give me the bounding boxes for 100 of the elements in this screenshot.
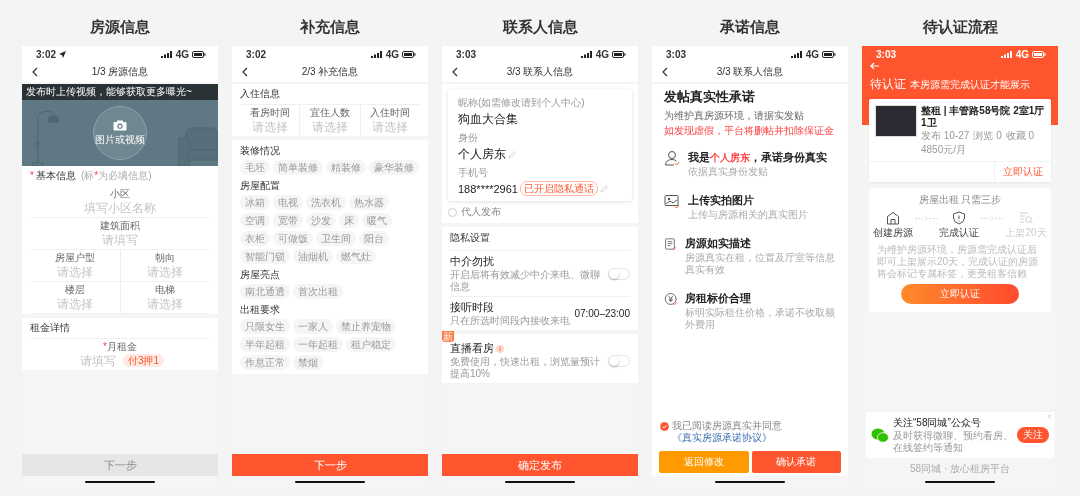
tag-chip[interactable]: 简单装修 [273, 160, 323, 175]
tag-chip[interactable]: 智能门锁 [240, 249, 290, 264]
promise-item-description: 依据真实身份发贴 [688, 166, 769, 178]
battery-icon [402, 50, 416, 58]
follow-description: 及时获得微聊、预约看房、在线签约等通知 [893, 430, 1013, 454]
promise-item-description: 房源真实在租，位置及厅室等信息真实有效 [684, 252, 836, 276]
tag-chip[interactable]: 暖气 [362, 213, 392, 228]
home-indicator [85, 481, 155, 483]
edit-icon[interactable] [599, 184, 608, 193]
listing-price: 4850元/月 [921, 143, 968, 157]
tag-chip[interactable]: 热水器 [349, 195, 389, 210]
status-time: 3:02 [246, 48, 266, 60]
next-button[interactable]: 下一步 [232, 454, 428, 476]
follow-button[interactable]: 关注 [1017, 427, 1049, 443]
tag-chip[interactable]: 禁止养宠物 [336, 319, 396, 334]
tag-chip[interactable]: 精装修 [326, 160, 366, 175]
listing-stat: 收藏 0 [1005, 129, 1035, 143]
toggle-switch[interactable] [608, 354, 630, 367]
required-hint: (标*为必填信息) [80, 169, 152, 183]
tag-chip[interactable]: 可做饭 [273, 231, 313, 246]
listing-title: 整租 | 丰管路58号院 2室1厅1卫 [921, 105, 1045, 129]
required-mark: * [103, 341, 107, 353]
status-time: 3:03 [456, 48, 476, 60]
tag-chip[interactable]: 毛坯 [240, 160, 270, 175]
tag-chip[interactable]: 首次出租 [293, 284, 343, 299]
follow-title: 关注“58同城”公众号 [893, 416, 982, 430]
next-button[interactable]: 确定发布 [442, 454, 638, 476]
back-button[interactable]: 返回修改 [659, 451, 749, 473]
back-icon[interactable] [662, 67, 668, 77]
home-indicator [925, 481, 995, 483]
nav-title: 3/3 联系人信息 [716, 65, 784, 79]
tag-chip[interactable]: 南北通透 [240, 284, 290, 299]
edit-icon[interactable] [508, 150, 516, 159]
tag-chip[interactable]: 作息正常 [240, 355, 290, 370]
tag-chip[interactable]: 宽带 [273, 213, 303, 228]
signal-icon [790, 50, 803, 58]
step-label: 创建房源 [873, 226, 914, 240]
tag-chip[interactable]: 卫生间 [316, 231, 356, 246]
toggle-switch[interactable] [608, 267, 630, 280]
tag-chip[interactable]: 衣柜 [240, 231, 270, 246]
upload-tip: 发布时上传视频，能够获取更多曝光~ [22, 84, 218, 100]
signal-icon [1000, 50, 1013, 58]
nav-title: 2/3 补充信息 [301, 65, 359, 79]
nav-title: 1/3 房源信息 [91, 65, 149, 79]
agreement-link[interactable]: 《真实房源承诺协议》 [672, 432, 772, 443]
section-title: 入住信息 [240, 87, 280, 101]
screen-heading: 房源信息 [89, 17, 151, 37]
field-label: 电梯 [155, 284, 176, 296]
tag-chip[interactable]: 床 [339, 213, 359, 228]
tag-chip[interactable]: 空调 [240, 213, 270, 228]
tag-chip[interactable]: 沙发 [306, 213, 336, 228]
info-icon[interactable] [496, 344, 504, 353]
house-icon [886, 211, 901, 225]
tag-chip[interactable]: 燃气灶 [336, 249, 376, 264]
tag-chip[interactable]: 租户稳定 [346, 337, 396, 352]
payment-badge: 付3押1 [122, 354, 165, 367]
tag-chip[interactable]: 禁烟 [293, 355, 323, 370]
verify-link[interactable]: 立即认证 [994, 162, 1051, 182]
warning-text: 如发现虚假，平台将删帖并扣除保证金 [664, 124, 835, 138]
tag-chip[interactable]: 阳台 [359, 231, 389, 246]
tag-chip[interactable]: 冰箱 [240, 195, 270, 210]
upload-button[interactable]: 图片或视频 [93, 106, 147, 160]
setting-description: 免费使用，快速出租，浏览量预计提高10% [450, 356, 601, 380]
field-label: 楼层 [64, 284, 85, 296]
status-time: 3:02 [36, 48, 56, 60]
photo-placeholder [875, 105, 917, 137]
checkbox[interactable] [660, 422, 669, 431]
section-title: 租金详情 [30, 321, 70, 335]
close-icon[interactable] [1047, 414, 1052, 419]
back-arrow-icon[interactable] [870, 62, 880, 70]
status-time: 3:03 [876, 48, 896, 60]
tag-chip[interactable]: 油烟机 [293, 249, 333, 264]
time-range-value[interactable]: 07:00–23:00 [574, 308, 630, 319]
back-icon[interactable] [32, 67, 38, 77]
field-label: 身份 [458, 131, 478, 145]
listing-stat: 发布 10-27 [921, 129, 970, 143]
battery-icon [192, 50, 206, 58]
tag-chip[interactable]: 洗衣机 [306, 195, 346, 210]
battery-icon [612, 50, 626, 58]
tag-chip[interactable]: 只限女生 [240, 319, 290, 334]
verify-button[interactable]: 立即认证 [901, 284, 1019, 304]
phone-number: 188****2961 [458, 182, 518, 195]
new-badge: 新 [442, 331, 454, 342]
tag-chip[interactable]: 电视 [273, 195, 303, 210]
back-icon[interactable] [242, 67, 248, 77]
field-label: 朝向 [155, 252, 176, 264]
field-label: 入住时间 [370, 107, 411, 119]
network-label: 4G [175, 48, 189, 60]
field-label: 建筑面积 [100, 220, 140, 232]
back-icon[interactable] [452, 67, 458, 77]
network-label: 4G [595, 48, 609, 60]
yen-coin-icon [664, 291, 678, 307]
tag-chip[interactable]: 豪华装修 [369, 160, 419, 175]
battery-icon [1032, 50, 1046, 58]
confirm-button[interactable]: 确认承诺 [751, 451, 841, 473]
tag-chip[interactable]: 半年起租 [240, 337, 290, 352]
document-check-icon [664, 236, 677, 252]
screen-heading: 承诺信息 [719, 17, 781, 37]
status-title: 待认证 [870, 76, 906, 93]
nickname-value: 狗血大合集 [458, 111, 518, 128]
